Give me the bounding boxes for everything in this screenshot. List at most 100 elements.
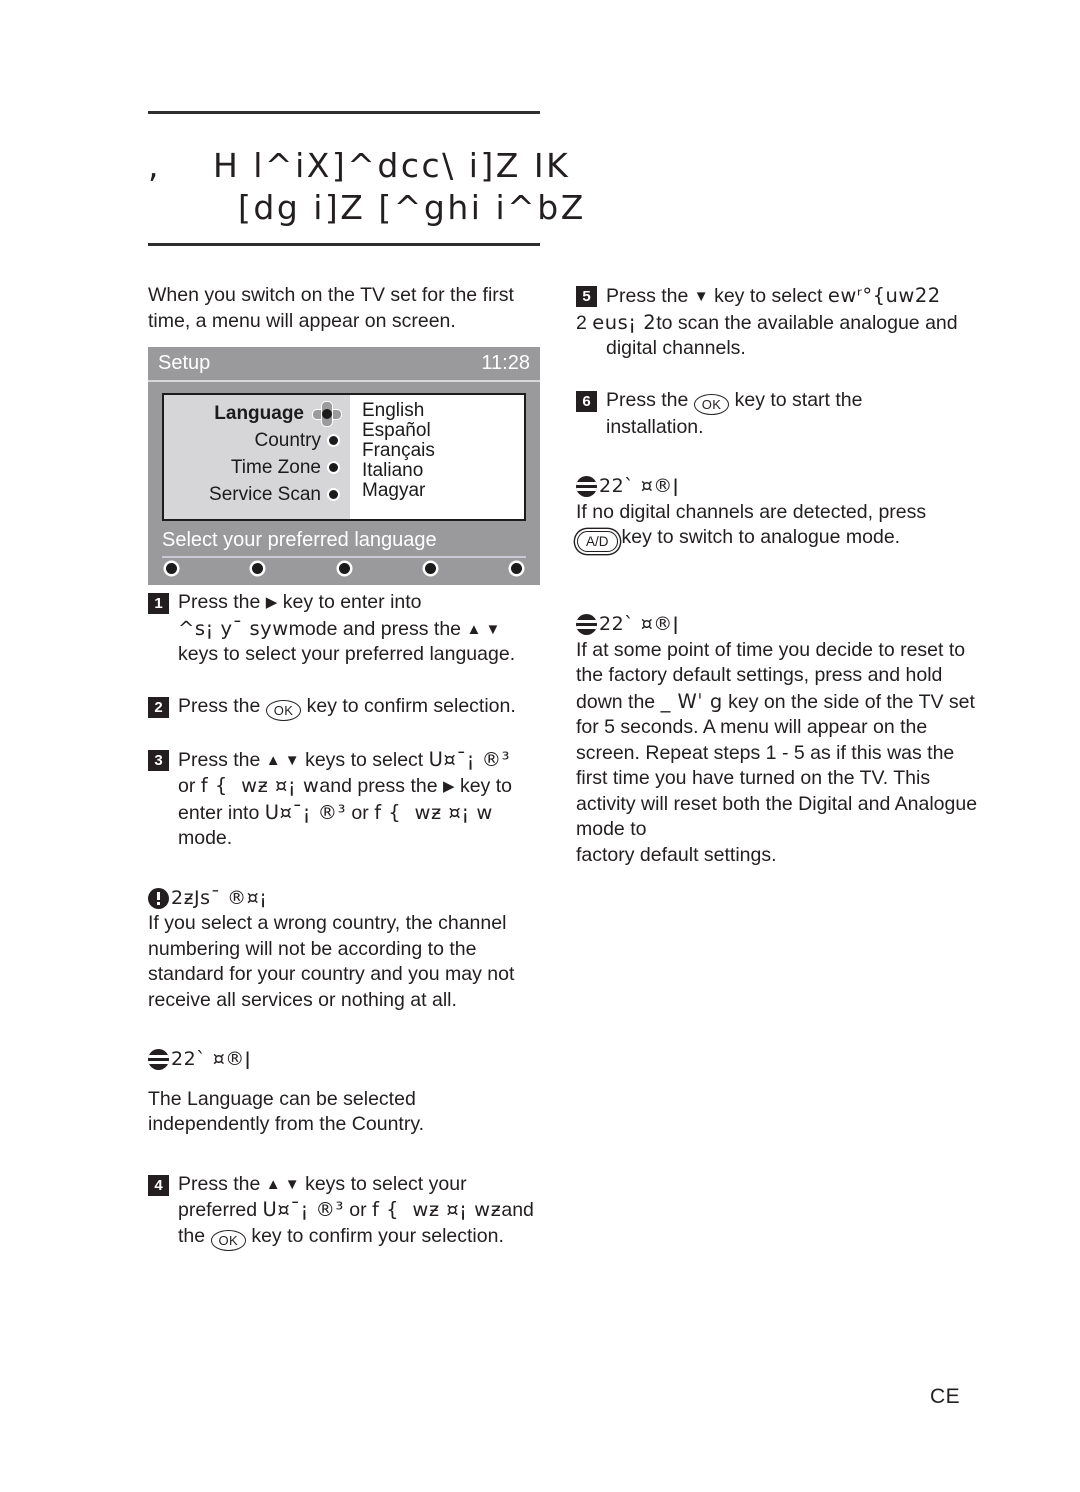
step-4-encoded-1: U¤¯¡ ®³ (262, 1198, 344, 1221)
note-2-body: If at some point of time you decide to r… (576, 638, 980, 869)
note-1-heading-text: 22` ¤®ǀ (599, 475, 679, 497)
right-arrow-icon: ▶ (265, 594, 278, 611)
note-icon (576, 476, 597, 498)
note-heading-text: 22` ¤®ǀ (171, 1048, 251, 1070)
tv-menu-nav-dots (162, 563, 526, 574)
bullet-icon (329, 463, 338, 472)
intro-paragraph: When you switch on the TV set for the fi… (148, 284, 514, 332)
step-5-number: 5 (576, 286, 597, 307)
tv-menu-item-country[interactable]: Country (164, 427, 350, 454)
page-title-line-1: , H l^iX]^dcc\ i]Z IK (148, 146, 571, 185)
tv-menu-item-service-scan[interactable]: Service Scan (164, 481, 350, 508)
step-4-number: 4 (148, 1174, 169, 1196)
step-5-tail: digital channels. (606, 337, 746, 359)
step-4-pre: Press the (178, 1172, 266, 1195)
tv-menu-title: Setup (158, 352, 211, 374)
nav-dot-icon[interactable] (511, 563, 522, 574)
tv-language-list: English Español Français Italiano Magyar (350, 395, 524, 519)
step-6-text: Press the OK key to start the installati… (606, 388, 980, 441)
language-option-italiano[interactable]: Italiano (362, 461, 524, 481)
step-6-pre: Press the (606, 388, 694, 411)
ok-key-icon: OK (210, 1229, 246, 1251)
step-1: 1 Press the ▶ key to enter into ^s¡ y¯ s… (148, 590, 542, 668)
language-option-english[interactable]: English (362, 401, 524, 421)
step-5: 5 Press the ▼ key to select ewʳ°{uw22 (576, 283, 980, 310)
tv-menu-item-time-zone[interactable]: Time Zone (164, 454, 350, 481)
step-6: 6 Press the OK key to start the installa… (576, 388, 980, 441)
note-1-body-pre: If no digital channels are detected, pre… (576, 500, 927, 523)
step-3-encoded-2: f { wƶ ¤¡ w (200, 774, 320, 797)
step-2-text: Press the OK key to confirm selection. (178, 694, 542, 721)
page-footer-mark: CE (930, 1385, 961, 1408)
step-3-mid4: key to (454, 775, 512, 797)
right-arrow-icon: ▶ (442, 778, 455, 795)
step-4-tail: key to confirm your selection. (245, 1224, 504, 1247)
step-5-pre: Press the (606, 285, 694, 307)
heading-rule-bottom (148, 243, 540, 246)
language-option-francais[interactable]: Français (362, 441, 524, 461)
step-5-line2-prefix: 2 (576, 311, 593, 334)
step-3-text: Press the ▲ ▼ keys to select U¤¯¡ ®³ or … (178, 747, 542, 852)
tv-menu-items: Language Country Time Zone Service Scan (164, 395, 350, 519)
step-5-encoded-2: eus¡ 2 (592, 310, 657, 334)
language-option-espanol[interactable]: Español (362, 421, 524, 441)
step-3-tail: mode. (178, 827, 233, 849)
ad-key-icon: A/D (577, 531, 618, 552)
tv-menu-item-language-label: Language (214, 402, 304, 424)
nav-dot-icon[interactable] (424, 563, 436, 574)
step-5-mid2: to scan the available analogue and (656, 311, 958, 334)
note-2-body-last: factory default settings. (576, 843, 777, 866)
note-2-heading: 22` ¤®ǀ (576, 612, 980, 638)
note-1-heading: 22` ¤®ǀ (576, 474, 980, 500)
step-2-pre: Press the (178, 694, 266, 717)
step-2-tail: key to confirm selection. (306, 694, 516, 717)
caution-body: If you select a wrong country, the chann… (148, 912, 515, 1011)
step-1-pre: Press the (178, 591, 266, 613)
language-option-magyar[interactable]: Magyar (362, 481, 524, 501)
step-3-mid3: and press the (319, 775, 443, 797)
nav-dot-icon[interactable] (252, 563, 264, 574)
bullet-icon (329, 490, 338, 499)
down-arrow-icon: ▼ (693, 288, 709, 305)
dpad-navigation-icon (312, 400, 342, 427)
step-1-tail: keys to select your preferred language. (178, 643, 516, 665)
step-3: 3 Press the ▲ ▼ keys to select U¤¯¡ ®³ o… (148, 747, 542, 852)
step-6-mid1: key to start the (729, 388, 863, 411)
step-4-mid2: preferred (178, 1199, 263, 1221)
heading-rule-top (148, 111, 540, 114)
step-1-mid2: mode and press the (288, 617, 467, 640)
ok-key-icon: OK (693, 393, 730, 415)
step-3-encoded-3: U¤¯¡ ®³ (264, 800, 346, 824)
updown-arrows-icon: ▲ ▼ (265, 751, 300, 769)
step-4-encoded-2: f { wƶ ¤¡ wƶ (372, 1198, 502, 1221)
step-4-text: Press the ▲ ▼ keys to select your prefer… (178, 1172, 542, 1251)
step-3-mid6: or (346, 801, 375, 824)
step-6-number: 6 (576, 390, 597, 412)
step-4-mid3: or (343, 1199, 372, 1221)
step-2: 2 Press the OK key to confirm selection. (148, 694, 542, 721)
step-5-text: Press the ▼ key to select ewʳ°{uw22 (606, 283, 980, 310)
step-3-number: 3 (148, 749, 169, 771)
note-2-encoded-key: _ Wˈ g (660, 689, 723, 713)
nav-dot-icon[interactable] (338, 563, 350, 574)
step-5-encoded-1: ewʳ°{uw22 (827, 284, 941, 307)
note-1-body: If no digital channels are detected, pre… (576, 500, 980, 552)
updown-arrows-icon: ▲ ▼ (466, 620, 501, 638)
step-1-encoded-1: ^s¡ y¯ syw (178, 616, 289, 640)
tv-menu-clock: 11:28 (481, 352, 530, 374)
step-2-number: 2 (148, 696, 169, 718)
manual-page: , H l^iX]^dcc\ i]Z IK [dg i]Z [^ghi i^bZ… (0, 0, 1080, 1492)
note-heading: 22` ¤®ǀ (148, 1047, 542, 1073)
nav-dot-icon[interactable] (166, 563, 177, 574)
step-4-mid4: and (501, 1199, 534, 1221)
step-4: 4 Press the ▲ ▼ keys to select your pref… (148, 1172, 542, 1251)
step-1-text: Press the ▶ key to enter into ^s¡ y¯ syw… (178, 590, 542, 668)
step-1-number: 1 (148, 593, 169, 614)
caution-heading: 2ƶJs¯ ®¤¡ (148, 886, 542, 912)
step-3-encoded-1: U¤¯¡ ®³ (428, 747, 510, 771)
note-body: The Language can be selected independent… (148, 1087, 425, 1136)
step-4-mid1: keys to select your (299, 1172, 467, 1195)
tv-menu-item-language[interactable]: Language (164, 400, 350, 427)
step-3-mid5: enter into (178, 801, 265, 824)
bullet-icon (329, 436, 338, 445)
